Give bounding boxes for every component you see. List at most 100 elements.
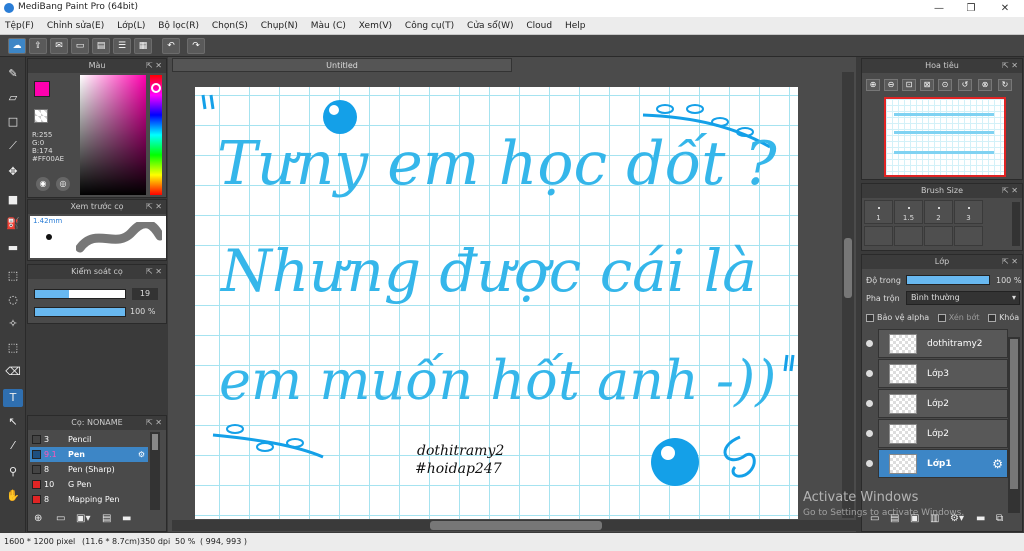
select-rect-icon[interactable]: ⬚ — [3, 267, 23, 285]
layer-item[interactable]: Lớp3 — [866, 359, 1008, 388]
brush-icon[interactable]: ✎ — [3, 65, 23, 83]
actual-size-icon[interactable]: ⊠ — [920, 79, 934, 91]
add-brush-icon[interactable]: ⊕ — [34, 513, 42, 524]
select-eraser-icon[interactable]: ⌫ — [3, 363, 23, 381]
palette-icon[interactable]: ◉ — [36, 177, 50, 191]
zoom-icon[interactable]: ⊙ — [938, 79, 952, 91]
brush-item[interactable]: 3 Pencil — [30, 432, 148, 447]
folder-icon[interactable]: ▬ — [122, 513, 131, 524]
brush-list-scrollbar[interactable] — [150, 432, 160, 510]
eye-icon[interactable] — [866, 340, 873, 347]
lasso-icon[interactable]: ◌ — [3, 291, 23, 309]
brush-item-selected[interactable]: 9.1 Pen ⚙ — [30, 447, 148, 462]
brush-size-value[interactable]: 19 — [132, 288, 158, 300]
layer-list-scrollbar[interactable] — [1008, 337, 1020, 513]
reset-icon[interactable]: ⊗ — [978, 79, 992, 91]
transparent-color-swatch[interactable] — [34, 109, 48, 123]
list-icon[interactable]: ☰ — [113, 38, 131, 54]
menu-snap[interactable]: Chụp(N) — [256, 17, 303, 35]
eye-icon[interactable] — [866, 430, 873, 437]
gradient-icon[interactable]: ▬ — [3, 239, 23, 257]
vertical-scrollbar[interactable] — [842, 72, 854, 518]
layer-item[interactable]: Lớp2 — [866, 419, 1008, 448]
brush-size-preset[interactable] — [864, 226, 893, 246]
fit-icon[interactable]: ⊡ — [902, 79, 916, 91]
blend-mode-select[interactable]: Bình thường ▾ — [906, 291, 1020, 305]
layer-item[interactable]: dothitramy2 — [866, 329, 1008, 358]
cloud-icon[interactable]: ☁ — [8, 38, 26, 54]
eye-icon[interactable] — [866, 460, 873, 467]
rotate-left-icon[interactable]: ↺ — [958, 79, 972, 91]
document-icon[interactable]: ▤ — [92, 38, 110, 54]
menu-window[interactable]: Cửa sổ(W) — [462, 17, 518, 35]
fill-rect-icon[interactable]: ■ — [3, 191, 23, 209]
new-brush-icon[interactable]: ▭ — [56, 513, 65, 524]
maximize-button[interactable]: ❐ — [956, 0, 986, 17]
close-button[interactable]: ✕ — [990, 0, 1020, 17]
menu-tools[interactable]: Công cụ(T) — [400, 17, 459, 35]
panel-menu-icon[interactable]: ⇱ ✕ — [1002, 255, 1018, 269]
hue-handle[interactable] — [151, 83, 161, 93]
brush-size-preset[interactable]: 1.5 — [894, 200, 923, 224]
document-tab[interactable]: Untitled — [172, 58, 512, 72]
clip-checkbox[interactable]: Xén bớt — [937, 313, 980, 322]
rectangle-icon[interactable]: □ — [3, 113, 23, 131]
navigator-thumbnail[interactable] — [884, 97, 1006, 177]
select-pen-icon[interactable]: ⬚ — [3, 339, 23, 357]
grid-icon[interactable]: ▦ — [134, 38, 152, 54]
new-file-icon[interactable]: ▭ — [71, 38, 89, 54]
redo-button[interactable]: ↷ — [187, 38, 205, 54]
primary-color-swatch[interactable] — [34, 81, 50, 97]
lock-checkbox[interactable]: Khóa — [988, 313, 1019, 322]
move-icon[interactable]: ✥ — [3, 163, 23, 181]
menu-layer[interactable]: Lớp(L) — [112, 17, 150, 35]
folder-icon[interactable]: ▬ — [976, 513, 985, 524]
brush-size-preset[interactable]: 1 — [864, 200, 893, 224]
panel-menu-icon[interactable]: ⇱ ✕ — [1002, 59, 1018, 73]
brush-opacity-slider[interactable] — [34, 307, 126, 317]
zoom-out-icon[interactable]: ⊖ — [884, 79, 898, 91]
eye-icon[interactable] — [866, 400, 873, 407]
eraser-icon[interactable]: ▱ — [3, 89, 23, 107]
hue-slider[interactable] — [150, 75, 162, 195]
brush-item[interactable]: 10 G Pen — [30, 477, 148, 492]
rotate-right-icon[interactable]: ↻ — [998, 79, 1012, 91]
dropper-icon[interactable]: ⚲ — [3, 463, 23, 481]
color-wheel-icon[interactable]: ◎ — [56, 177, 70, 191]
menu-color[interactable]: Màu (C) — [306, 17, 351, 35]
panel-menu-icon[interactable]: ⇱ ✕ — [146, 200, 162, 214]
undo-button[interactable]: ↶ — [162, 38, 180, 54]
copy-brush-icon[interactable]: ▤ — [102, 513, 111, 524]
eyedropper-icon[interactable]: ⁄ — [3, 437, 23, 455]
layer-opacity-slider[interactable] — [906, 275, 990, 285]
gear-icon[interactable]: ⚙ — [992, 457, 1003, 471]
comment-icon[interactable]: ✉ — [50, 38, 68, 54]
gear-icon[interactable]: ⚙ — [138, 447, 145, 462]
brush-size-preset[interactable] — [924, 226, 953, 246]
line-icon[interactable]: ⟋ — [3, 137, 23, 155]
menu-edit[interactable]: Chỉnh sửa(E) — [42, 17, 109, 35]
magic-wand-icon[interactable]: ✧ — [3, 315, 23, 333]
protect-alpha-checkbox[interactable]: Bảo vệ alpha — [866, 313, 929, 322]
eye-icon[interactable] — [866, 370, 873, 377]
menu-view[interactable]: Xem(V) — [354, 17, 397, 35]
layer-item[interactable]: Lớp2 — [866, 389, 1008, 418]
brush-item[interactable]: 8 Pen (Sharp) — [30, 462, 148, 477]
saturation-value-picker[interactable] — [80, 75, 146, 195]
brush-size-preset[interactable]: 2 — [924, 200, 953, 224]
delete-layer-icon[interactable]: ⧉ — [996, 513, 1003, 524]
brush-dropdown-icon[interactable]: ▣▾ — [76, 513, 90, 524]
brush-size-preset[interactable] — [954, 226, 983, 246]
menu-cloud[interactable]: Cloud — [521, 17, 557, 35]
panel-menu-icon[interactable]: ⇱ ✕ — [146, 416, 162, 430]
panel-menu-icon[interactable]: ⇱ ✕ — [1002, 184, 1018, 198]
brush-size-scrollbar[interactable] — [1012, 202, 1020, 246]
share-icon[interactable]: ⇪ — [29, 38, 47, 54]
bucket-icon[interactable]: ⛽ — [3, 215, 23, 233]
minimize-button[interactable]: — — [924, 0, 954, 17]
text-icon[interactable]: T — [3, 389, 23, 407]
drawing-canvas[interactable]: Tưny em học dốt ? Nhưng được cái là em m… — [195, 87, 798, 519]
layer-item-selected[interactable]: Lớp1 ⚙ — [866, 449, 1008, 478]
menu-filter[interactable]: Bộ lọc(R) — [153, 17, 204, 35]
brush-item[interactable]: 8 Mapping Pen — [30, 492, 148, 507]
